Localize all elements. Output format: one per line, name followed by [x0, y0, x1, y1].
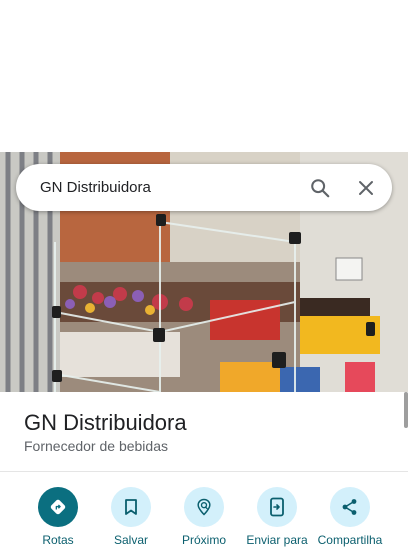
share-label: Compartilha: [317, 533, 383, 547]
share-icon: [330, 487, 370, 527]
place-title: GN Distribuidora: [24, 410, 187, 435]
send-to-phone-button[interactable]: Enviar para: [240, 487, 314, 547]
send-to-phone-icon: [257, 487, 297, 527]
search-icon[interactable]: [300, 168, 340, 208]
directions-label: Rotas: [42, 533, 74, 547]
nearby-label: Próximo: [181, 533, 226, 547]
scrollbar[interactable]: [404, 392, 408, 428]
close-icon[interactable]: [346, 168, 386, 208]
search-bar[interactable]: GN Distribuidora: [16, 164, 392, 211]
save-button[interactable]: Salvar: [94, 487, 168, 547]
send-to-phone-label: Enviar para: [246, 533, 308, 547]
directions-icon: [38, 487, 78, 527]
nearby-icon: [184, 487, 224, 527]
divider: [0, 471, 408, 472]
action-bar: Rotas Salvar Próximo Enviar para Compart…: [0, 487, 408, 547]
bookmark-icon: [111, 487, 151, 527]
save-label: Salvar: [113, 533, 148, 547]
place-category[interactable]: Fornecedor de bebidas: [24, 438, 168, 454]
directions-button[interactable]: Rotas: [21, 487, 95, 547]
place-details-panel: GN Distribuidora Fornecedor de bebidas R…: [0, 392, 408, 547]
share-button[interactable]: Compartilha: [313, 487, 387, 547]
search-input[interactable]: GN Distribuidora: [40, 179, 300, 196]
nearby-button[interactable]: Próximo: [167, 487, 241, 547]
